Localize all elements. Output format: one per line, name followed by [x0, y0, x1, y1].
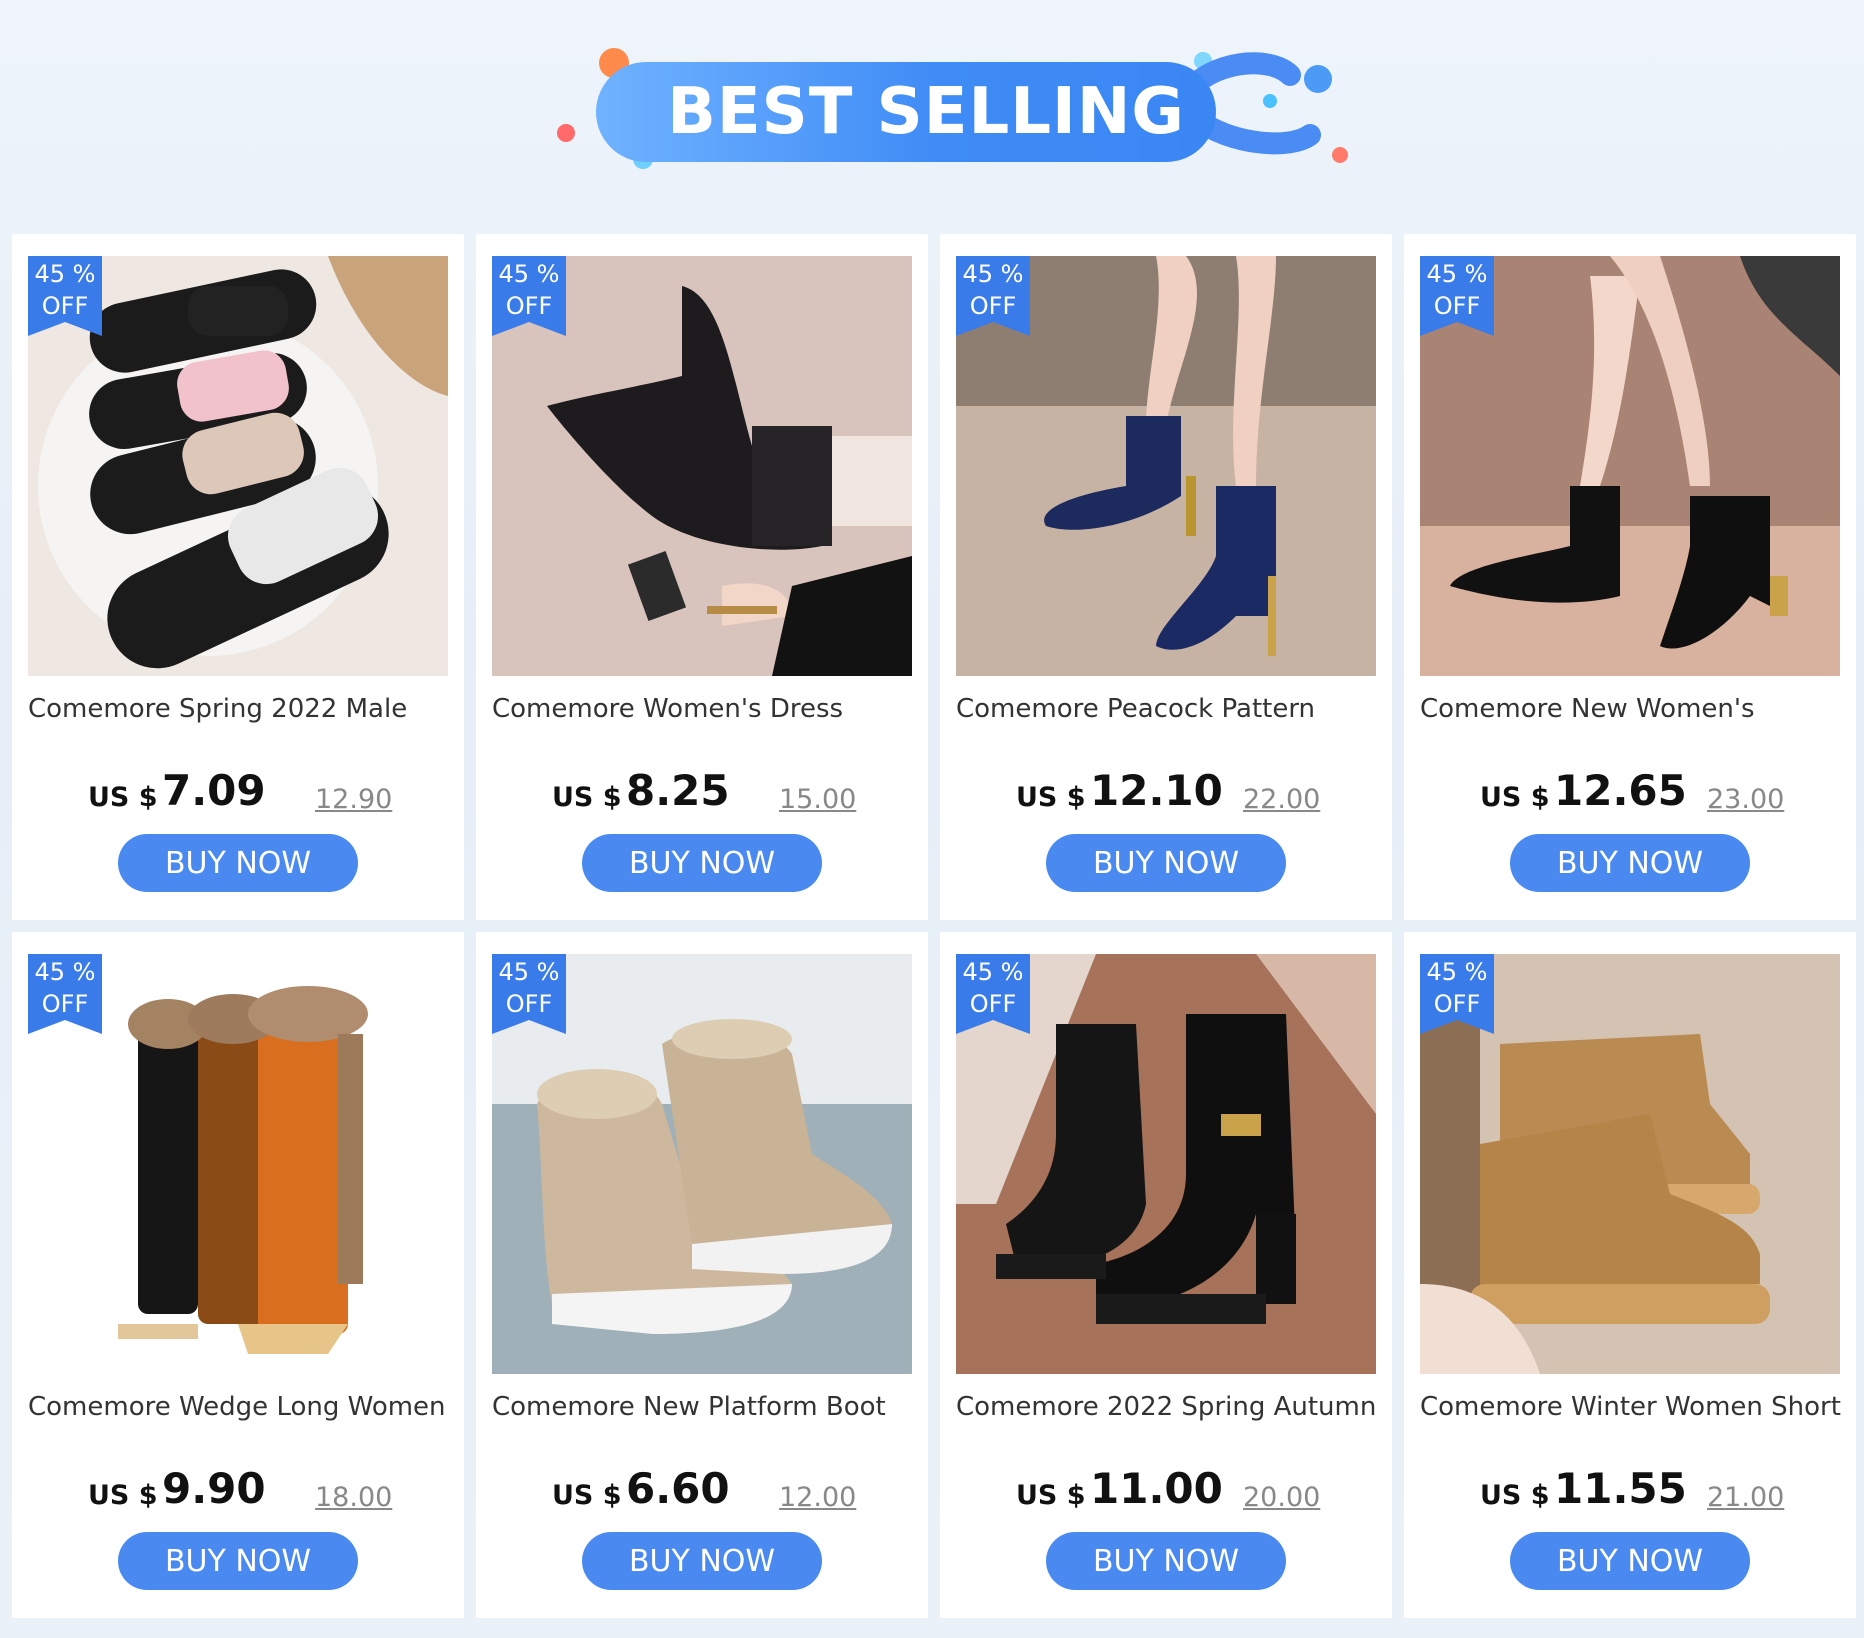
discount-percent: 45 % [34, 958, 96, 986]
discount-badge: 45 % OFF [956, 954, 1030, 1034]
product-card[interactable]: 45 % OFF Comemore Women's Dress US $ 8.2… [476, 234, 928, 920]
price-row: US $ 12.65 23.00 [1404, 764, 1856, 824]
discount-off: OFF [969, 292, 1017, 320]
original-price: 20.00 [1243, 1482, 1321, 1513]
discount-off: OFF [1433, 990, 1481, 1018]
price: 12.10 [1090, 766, 1223, 815]
discount-off: OFF [969, 990, 1017, 1018]
currency: US $ [1016, 782, 1086, 813]
buy-now-button[interactable]: BUY NOW [1046, 834, 1286, 892]
price-row: US $ 7.09 12.90 [12, 764, 464, 824]
discount-badge: 45 % OFF [28, 954, 102, 1034]
price: 12.65 [1554, 766, 1687, 815]
page-title: BEST SELLING [667, 75, 1185, 149]
product-card[interactable]: 45 % OFF Comemore Peacock Pattern US $ 1… [940, 234, 1392, 920]
product-card[interactable]: 45 % OFF Comemore 2022 Spring Autumn US … [940, 932, 1392, 1618]
discount-badge: 45 % OFF [1420, 256, 1494, 336]
discount-badge: 45 % OFF [492, 954, 566, 1034]
original-price: 21.00 [1707, 1482, 1785, 1513]
discount-off: OFF [41, 292, 89, 320]
discount-badge: 45 % OFF [956, 256, 1030, 336]
price: 7.09 [162, 766, 266, 815]
price-row: US $ 8.25 15.00 [476, 764, 928, 824]
product-card[interactable]: 45 % OFF Comemore Winter Women Short US … [1404, 932, 1856, 1618]
original-price: 22.00 [1243, 784, 1321, 815]
currency: US $ [88, 1480, 158, 1511]
original-price: 15.00 [779, 784, 857, 815]
discount-percent: 45 % [1426, 260, 1488, 288]
product-title[interactable]: Comemore Peacock Pattern [956, 694, 1386, 724]
product-card[interactable]: 45 % OFF Comemore New Platform Boot US $… [476, 932, 928, 1618]
original-price: 23.00 [1707, 784, 1785, 815]
product-title[interactable]: Comemore New Platform Boot [492, 1392, 922, 1422]
price-row: US $ 9.90 18.00 [12, 1462, 464, 1522]
discount-off: OFF [41, 990, 89, 1018]
buy-now-button[interactable]: BUY NOW [582, 1532, 822, 1590]
discount-percent: 45 % [1426, 958, 1488, 986]
currency: US $ [1016, 1480, 1086, 1511]
product-grid: 45 % OFF Comemore Spring 2022 Male US $ … [12, 234, 1856, 1619]
original-price: 12.00 [779, 1482, 857, 1513]
product-card[interactable]: 45 % OFF Comemore New Women's US $ 12.65… [1404, 234, 1856, 920]
currency: US $ [552, 1480, 622, 1511]
price: 8.25 [626, 766, 730, 815]
currency: US $ [1480, 782, 1550, 813]
buy-now-button[interactable]: BUY NOW [118, 834, 358, 892]
discount-percent: 45 % [498, 958, 560, 986]
product-title[interactable]: Comemore Winter Women Short [1420, 1392, 1850, 1422]
banner-pill: BEST SELLING [596, 62, 1216, 162]
discount-percent: 45 % [962, 260, 1024, 288]
currency: US $ [552, 782, 622, 813]
product-title[interactable]: Comemore Wedge Long Women [28, 1392, 458, 1422]
price: 6.60 [626, 1464, 730, 1513]
discount-percent: 45 % [34, 260, 96, 288]
discount-off: OFF [505, 292, 553, 320]
original-price: 18.00 [315, 1482, 393, 1513]
buy-now-button[interactable]: BUY NOW [118, 1532, 358, 1590]
discount-off: OFF [1433, 292, 1481, 320]
currency: US $ [1480, 1480, 1550, 1511]
buy-now-button[interactable]: BUY NOW [1510, 834, 1750, 892]
discount-badge: 45 % OFF [492, 256, 566, 336]
product-title[interactable]: Comemore 2022 Spring Autumn [956, 1392, 1386, 1422]
product-title[interactable]: Comemore New Women's [1420, 694, 1850, 724]
buy-now-button[interactable]: BUY NOW [1510, 1532, 1750, 1590]
price-row: US $ 12.10 22.00 [940, 764, 1392, 824]
product-card[interactable]: 45 % OFF Comemore Spring 2022 Male US $ … [12, 234, 464, 920]
product-title[interactable]: Comemore Spring 2022 Male [28, 694, 458, 724]
price-row: US $ 6.60 12.00 [476, 1462, 928, 1522]
buy-now-button[interactable]: BUY NOW [582, 834, 822, 892]
discount-off: OFF [505, 990, 553, 1018]
price: 11.00 [1090, 1464, 1223, 1513]
best-selling-banner: BEST SELLING [0, 0, 1864, 230]
header: BEST SELLING [0, 0, 1864, 230]
discount-percent: 45 % [962, 958, 1024, 986]
discount-badge: 45 % OFF [28, 256, 102, 336]
price-row: US $ 11.55 21.00 [1404, 1462, 1856, 1522]
price: 9.90 [162, 1464, 266, 1513]
buy-now-button[interactable]: BUY NOW [1046, 1532, 1286, 1590]
product-card[interactable]: 45 % OFF Comemore Wedge Long Women US $ … [12, 932, 464, 1618]
price-row: US $ 11.00 20.00 [940, 1462, 1392, 1522]
currency: US $ [88, 782, 158, 813]
discount-badge: 45 % OFF [1420, 954, 1494, 1034]
original-price: 12.90 [315, 784, 393, 815]
product-title[interactable]: Comemore Women's Dress [492, 694, 922, 724]
discount-percent: 45 % [498, 260, 560, 288]
price: 11.55 [1554, 1464, 1687, 1513]
